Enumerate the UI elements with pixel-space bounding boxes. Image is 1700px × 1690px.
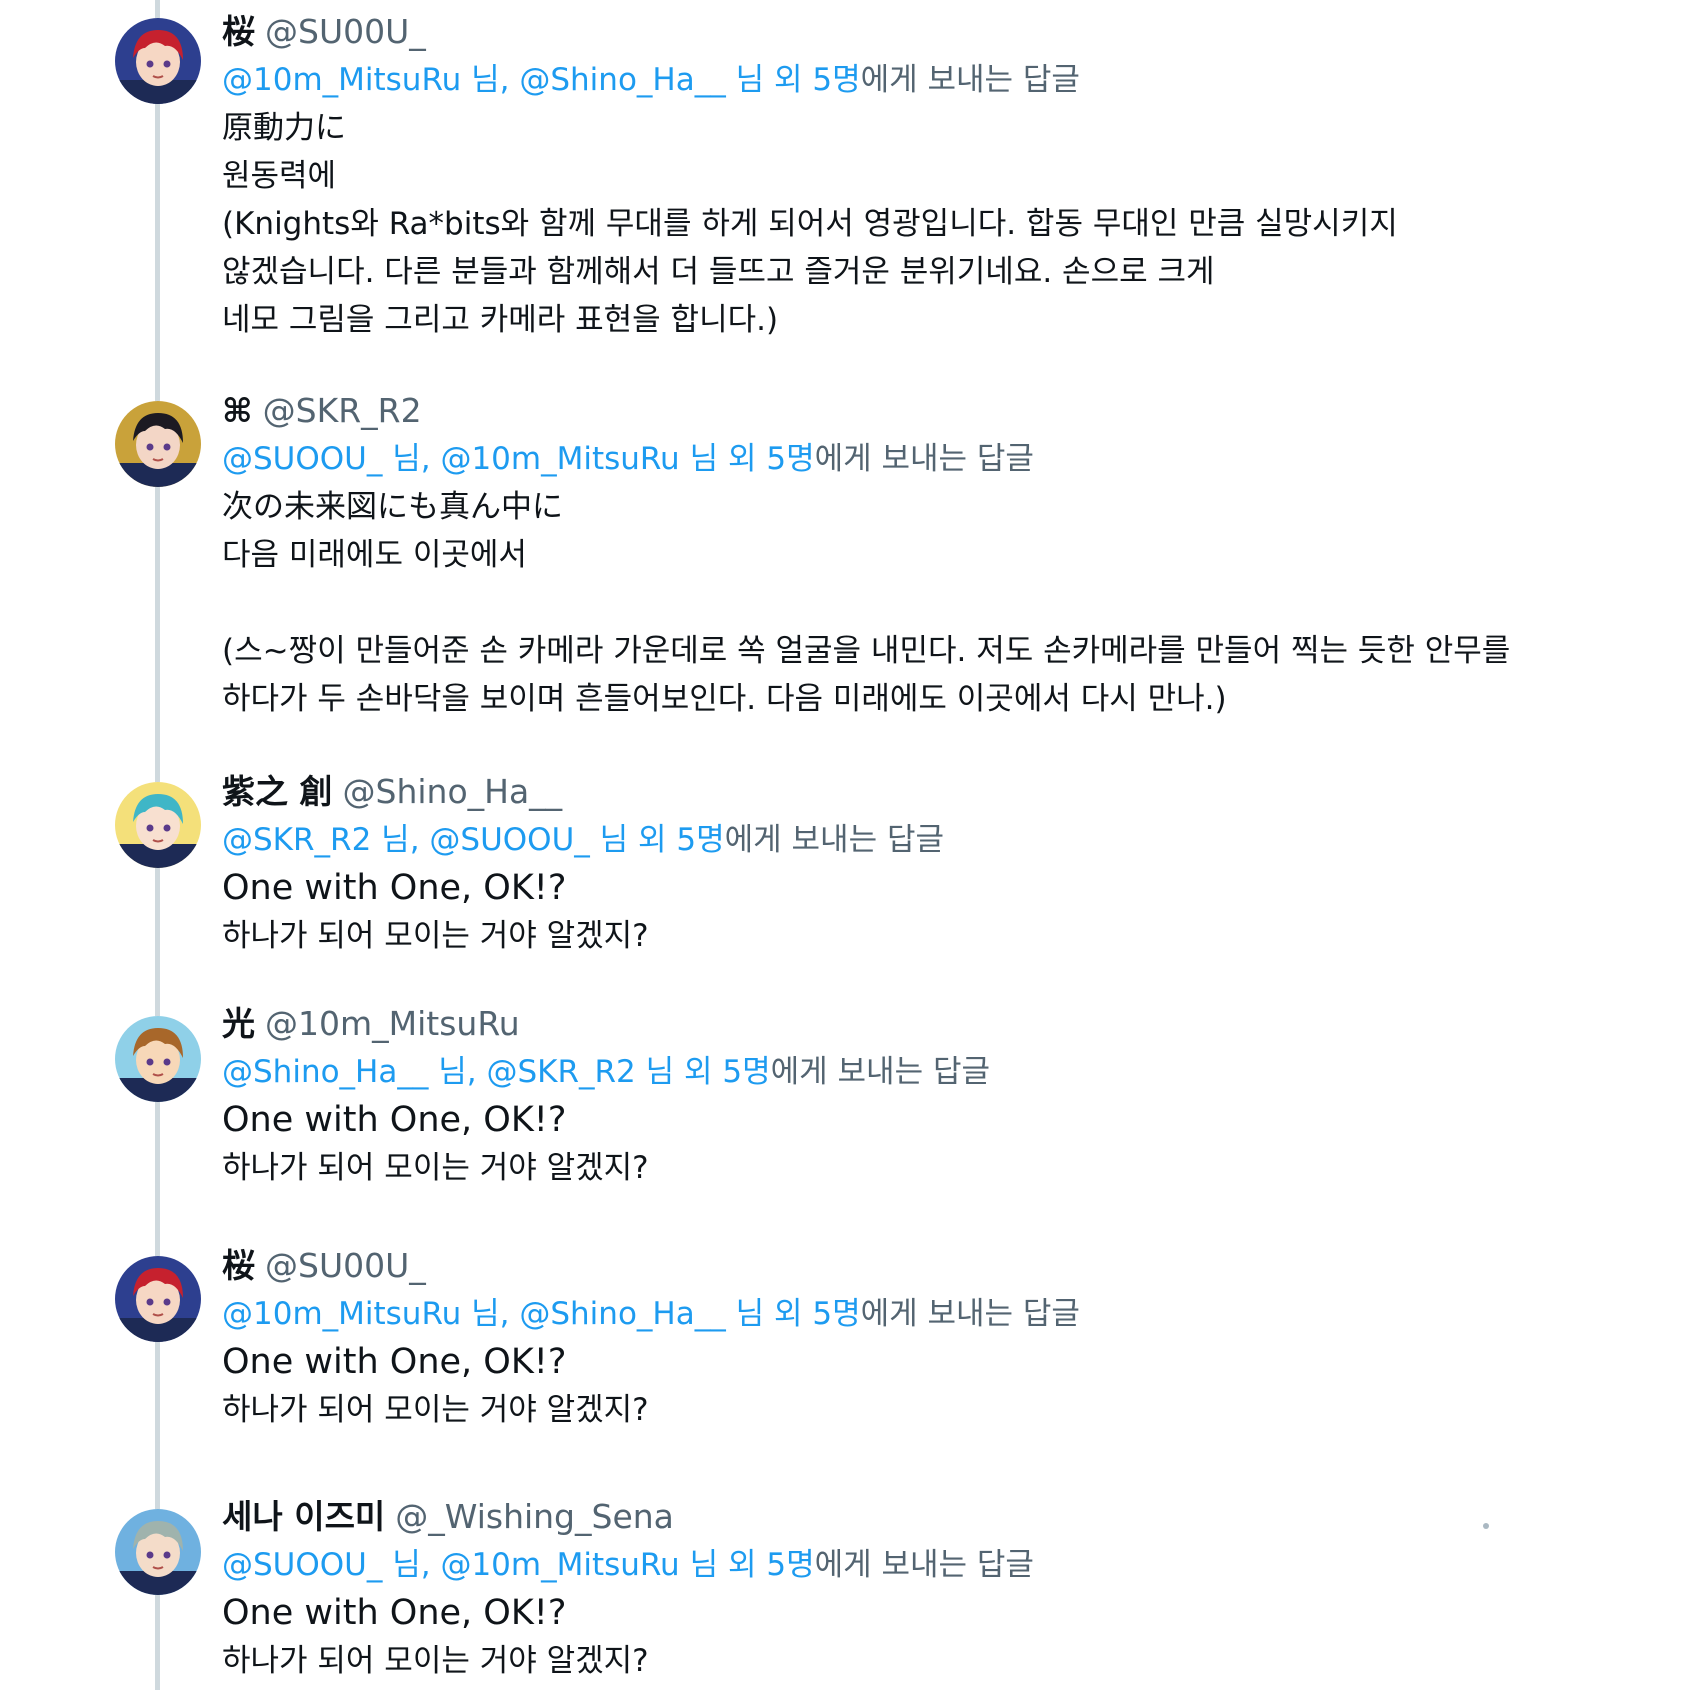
tweet-content: 세나 이즈미 @_Wishing_Sena @SUOOU_ 님, @10m_Mits… — [222, 1493, 1580, 1685]
reply-separator: 님, — [471, 1296, 510, 1332]
mention-link[interactable]: @SKR_R2 — [486, 1054, 635, 1090]
tweet-text-line: 하나가 되어 모이는 거야 알겠지? — [222, 1150, 649, 1186]
tweet-text-line: 次の未来図にも真ん中に — [222, 489, 563, 525]
display-name[interactable]: 세나 이즈미 — [222, 1497, 385, 1536]
reply-separator: 님, — [392, 1547, 431, 1583]
tweet-text-line: 하다가 두 손바닥을 보이며 흔들어보인다. 다음 미래에도 이곳에서 다시 만… — [222, 681, 1227, 717]
tweet-content: 紫之 創 @Shino_Ha__ @SKR_R2 님, @SUOOU_ 님 외 5명… — [222, 768, 1580, 960]
avatar-image — [115, 1016, 201, 1102]
user-handle[interactable]: @Shino_Ha__ — [343, 772, 563, 811]
replying-to-line: @SUOOU_ 님, @10m_MitsuRu 님 외 5명에게 보내는 답글 — [222, 435, 1580, 483]
user-handle[interactable]: @SKR_R2 — [263, 391, 422, 430]
others-count-link[interactable]: 5명 — [676, 822, 724, 858]
others-count-link[interactable]: 5명 — [766, 441, 814, 477]
others-count-link[interactable]: 5명 — [812, 62, 860, 98]
tweet-text-line: One with One, OK!? — [222, 1342, 567, 1382]
mention-link[interactable]: @SUOOU_ — [222, 1547, 382, 1583]
reply-separator: 님, — [392, 441, 431, 477]
others-count-link[interactable]: 5명 — [812, 1296, 860, 1332]
avatar-image — [115, 401, 201, 487]
avatar[interactable] — [115, 1256, 201, 1342]
tweet-text-line: 原動力に — [222, 110, 346, 146]
tweet-content: 桜 @SU00U_ @10m_MitsuRu 님, @Shino_Ha__ 님 외 … — [222, 1242, 1580, 1434]
replying-to-line: @Shino_Ha__ 님, @SKR_R2 님 외 5명에게 보내는 답글 — [222, 1048, 1580, 1096]
tweet-text-line: 하나가 되어 모이는 거야 알겠지? — [222, 1392, 649, 1428]
avatar-image — [115, 782, 201, 868]
tweet-text-line: One with One, OK!? — [222, 1593, 567, 1633]
user-handle[interactable]: @SU00U_ — [265, 12, 426, 51]
reply-separator: 님, — [381, 822, 420, 858]
replying-to-line: @SUOOU_ 님, @10m_MitsuRu 님 외 5명에게 보내는 답글 — [222, 1541, 1580, 1589]
tweet-text-line: 다음 미래에도 이곳에서 — [222, 537, 527, 573]
mention-link[interactable]: @SUOOU_ — [222, 441, 382, 477]
tweet-text-line: (스~짱이 만들어준 손 카메라 가운데로 쏙 얼굴을 내민다. 저도 손카메라… — [222, 633, 1511, 669]
tweet-header: 세나 이즈미 @_Wishing_Sena — [222, 1493, 1580, 1541]
tweet-text-line: 원동력에 — [222, 158, 337, 194]
display-name[interactable]: 桜 — [222, 1246, 255, 1285]
display-name[interactable]: 紫之 創 — [222, 772, 333, 811]
mention-link[interactable]: @10m_MitsuRu — [222, 62, 461, 98]
reply-separator: 님, — [438, 1054, 477, 1090]
tweet-header: 紫之 創 @Shino_Ha__ — [222, 768, 1580, 816]
tweet-text-line: 하나가 되어 모이는 거야 알겠지? — [222, 1643, 649, 1679]
tweet-header: ⌘ @SKR_R2 — [222, 387, 1580, 435]
reply-suffix: 에게 보내는 답글 — [814, 1547, 1034, 1583]
tweet-header: 光 @10m_MitsuRu — [222, 1000, 1580, 1048]
mention-link[interactable]: @10m_MitsuRu — [440, 441, 679, 477]
tweet-text-line: 네모 그림을 그리고 카메라 표현을 합니다.) — [222, 302, 779, 338]
scroll-indicator-dot — [1483, 1523, 1489, 1529]
reply-separator: 님 외 — [645, 1054, 713, 1090]
avatar-image — [115, 1256, 201, 1342]
tweet-content: 桜 @SU00U_ @10m_MitsuRu 님, @Shino_Ha__ 님 외 … — [222, 8, 1580, 344]
reply-suffix: 에게 보내는 답글 — [814, 441, 1034, 477]
tweet-content: ⌘ @SKR_R2 @SUOOU_ 님, @10m_MitsuRu 님 외 5명에게… — [222, 387, 1580, 723]
reply-suffix: 에게 보내는 답글 — [770, 1054, 990, 1090]
avatar[interactable] — [115, 782, 201, 868]
mention-link[interactable]: @10m_MitsuRu — [440, 1547, 679, 1583]
tweet-header: 桜 @SU00U_ — [222, 1242, 1580, 1290]
replying-to-line: @10m_MitsuRu 님, @Shino_Ha__ 님 외 5명에게 보내는… — [222, 1290, 1580, 1338]
user-handle[interactable]: @_Wishing_Sena — [395, 1497, 674, 1536]
reply-suffix: 에게 보내는 답글 — [860, 62, 1080, 98]
tweet-text-line: 않겠습니다. 다른 분들과 함께해서 더 들뜨고 즐거운 분위기네요. 손으로 … — [222, 254, 1215, 290]
display-name[interactable]: 光 — [222, 1004, 255, 1043]
reply-separator: 님 외 — [689, 1547, 757, 1583]
tweet-text-line: 하나가 되어 모이는 거야 알겠지? — [222, 918, 649, 954]
avatar[interactable] — [115, 1016, 201, 1102]
mention-link[interactable]: @SKR_R2 — [222, 822, 371, 858]
mention-link[interactable]: @SUOOU_ — [429, 822, 589, 858]
avatar[interactable] — [115, 401, 201, 487]
avatar-image — [115, 18, 201, 104]
reply-suffix: 에게 보내는 답글 — [860, 1296, 1080, 1332]
mention-link[interactable]: @Shino_Ha__ — [519, 1296, 725, 1332]
replying-to-line: @10m_MitsuRu 님, @Shino_Ha__ 님 외 5명에게 보내는… — [222, 56, 1580, 104]
reply-suffix: 에게 보내는 답글 — [724, 822, 944, 858]
user-handle[interactable]: @10m_MitsuRu — [265, 1004, 520, 1043]
mention-link[interactable]: @Shino_Ha__ — [519, 62, 725, 98]
display-name[interactable]: ⌘ — [222, 391, 253, 430]
avatar-image — [115, 1509, 201, 1595]
avatar[interactable] — [115, 18, 201, 104]
avatar[interactable] — [115, 1509, 201, 1595]
reply-separator: 님 외 — [599, 822, 667, 858]
replying-to-line: @SKR_R2 님, @SUOOU_ 님 외 5명에게 보내는 답글 — [222, 816, 1580, 864]
display-name[interactable]: 桜 — [222, 12, 255, 51]
reply-separator: 님 외 — [735, 1296, 803, 1332]
reply-separator: 님, — [471, 62, 510, 98]
mention-link[interactable]: @Shino_Ha__ — [222, 1054, 428, 1090]
others-count-link[interactable]: 5명 — [766, 1547, 814, 1583]
tweet-header: 桜 @SU00U_ — [222, 8, 1580, 56]
tweet-text-line: (Knights와 Ra*bits와 함께 무대를 하게 되어서 영광입니다. … — [222, 206, 1398, 242]
tweet-text-line: One with One, OK!? — [222, 868, 567, 908]
tweet-content: 光 @10m_MitsuRu @Shino_Ha__ 님, @SKR_R2 님 외 … — [222, 1000, 1580, 1192]
tweet-text-line: One with One, OK!? — [222, 1100, 567, 1140]
mention-link[interactable]: @10m_MitsuRu — [222, 1296, 461, 1332]
user-handle[interactable]: @SU00U_ — [265, 1246, 426, 1285]
reply-separator: 님 외 — [735, 62, 803, 98]
others-count-link[interactable]: 5명 — [722, 1054, 770, 1090]
reply-separator: 님 외 — [689, 441, 757, 477]
